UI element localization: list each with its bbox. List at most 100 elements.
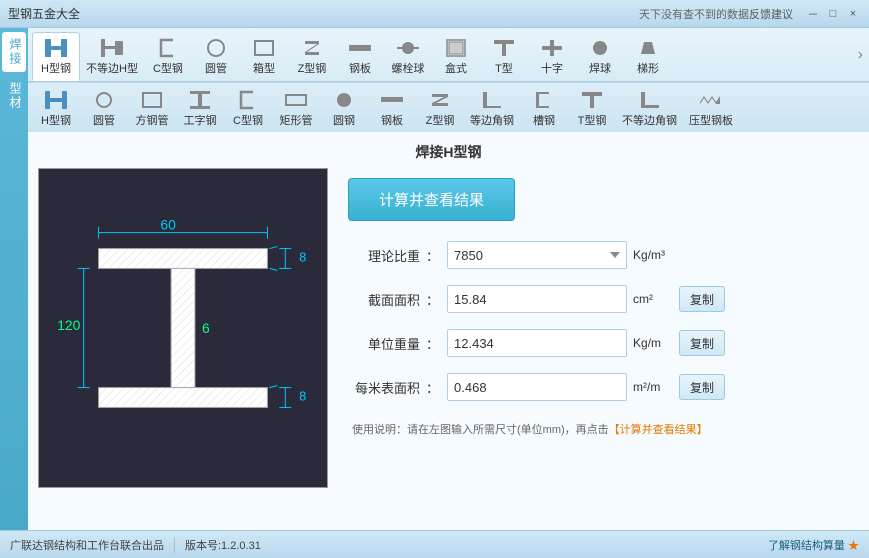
- sidebar: 焊接 型材: [0, 28, 28, 530]
- nav2-unequal-angle[interactable]: 不等边角钢: [616, 85, 683, 132]
- weight-input[interactable]: [447, 329, 627, 357]
- nav-label: Z型钢: [298, 60, 327, 76]
- star-icon: ★: [848, 540, 859, 552]
- trapezoid-icon: [634, 37, 662, 59]
- t-steel-icon: [490, 37, 518, 59]
- hint-text: 使用说明：请在左图输入所需尺寸(单位mm)，再点击【计算并查看结果】: [348, 421, 859, 437]
- nav-label: 焊球: [589, 60, 611, 76]
- density-label: 理论比重: [348, 246, 420, 265]
- plate-icon: [346, 37, 374, 59]
- nav2-plate-icon: [378, 89, 406, 111]
- nav2-c-steel[interactable]: C型钢: [224, 85, 272, 132]
- area-input[interactable]: [447, 285, 627, 313]
- nav2-t-steel-icon: [578, 89, 606, 111]
- nav-label: 槽钢: [533, 112, 555, 128]
- feedback-link[interactable]: 反馈建议: [749, 6, 793, 22]
- density-select[interactable]: 7850: [447, 241, 627, 269]
- form-row-area: 截面面积 ： cm² 复制: [348, 285, 859, 313]
- nav2-square-pipe[interactable]: 方钢管: [128, 85, 176, 132]
- c-steel-icon: [154, 37, 182, 59]
- nav-item-unequal-h[interactable]: 不等边H型: [80, 33, 144, 80]
- area-copy-btn[interactable]: 复制: [679, 286, 725, 312]
- svg-text:8: 8: [299, 249, 306, 264]
- nav2-i-beam-icon: [186, 89, 214, 111]
- window-controls: 反馈建议 － □ ×: [749, 6, 861, 22]
- surface-unit: m²/m: [633, 380, 673, 394]
- round-pipe-icon: [202, 37, 230, 59]
- nav2-plate[interactable]: 钢板: [368, 85, 416, 132]
- nav2-t-steel[interactable]: T型钢: [568, 85, 616, 132]
- form-area: 计算并查看结果 理论比重 ： 7850 Kg/m³ 截面面积 ：: [348, 168, 859, 530]
- nav-chevron-right[interactable]: ›: [858, 46, 863, 64]
- nav2-z-steel[interactable]: Z型钢: [416, 85, 464, 132]
- nav-item-round-pipe[interactable]: 圆管: [192, 33, 240, 80]
- maximize-btn[interactable]: □: [825, 6, 841, 22]
- svg-text:120: 120: [57, 317, 80, 333]
- weight-unit: Kg/m: [633, 336, 673, 350]
- weight-copy-btn[interactable]: 复制: [679, 330, 725, 356]
- titlebar: 型钢五金大全 天下没有查不到的数据 反馈建议 － □ ×: [0, 0, 869, 28]
- nav-item-plate[interactable]: 钢板: [336, 33, 384, 80]
- weight-label: 单位重量: [348, 334, 420, 353]
- nav-label: 不等边H型: [86, 60, 138, 76]
- section-title: 焊接H型钢: [28, 132, 869, 168]
- nav-item-c-steel[interactable]: C型钢: [144, 33, 192, 80]
- form-row-density: 理论比重 ： 7850 Kg/m³: [348, 241, 859, 269]
- nav-item-trapezoid[interactable]: 梯形: [624, 33, 672, 80]
- form-row-surface: 每米表面积 ： m²/m 复制: [348, 373, 859, 401]
- main-container: 焊接 型材 H型钢: [0, 28, 869, 530]
- close-btn[interactable]: ×: [845, 6, 861, 22]
- nav-label: 十字: [541, 60, 563, 76]
- nav2-round-steel[interactable]: 圆钢: [320, 85, 368, 132]
- nav2-i-beam[interactable]: 工字钢: [176, 85, 224, 132]
- form-row-weight: 单位重量 ： Kg/m 复制: [348, 329, 859, 357]
- surface-copy-btn[interactable]: 复制: [679, 374, 725, 400]
- box-icon: [250, 37, 278, 59]
- nav2-equal-angle[interactable]: 等边角钢: [464, 85, 520, 132]
- nav-item-weld-ball[interactable]: 焊球: [576, 33, 624, 80]
- nav-item-h-beam[interactable]: H型钢: [32, 32, 80, 81]
- nav-label: C型钢: [153, 60, 183, 76]
- nav-item-bolt-ball[interactable]: 螺栓球: [384, 33, 432, 80]
- nav-label: H型钢: [41, 60, 71, 76]
- nav-row2: H型钢 圆管 方钢管: [28, 82, 869, 132]
- nav-label: T型: [495, 60, 513, 76]
- nav-label: H型钢: [41, 112, 71, 128]
- nav-item-box2[interactable]: 盒式: [432, 33, 480, 80]
- nav2-c-steel-icon: [234, 89, 262, 111]
- app-title: 型钢五金大全: [8, 5, 631, 22]
- calc-button[interactable]: 计算并查看结果: [348, 178, 515, 221]
- svg-text:60: 60: [160, 217, 176, 233]
- nav-label: C型钢: [233, 112, 263, 128]
- nav-item-cross[interactable]: 十字: [528, 33, 576, 80]
- nav2-z-steel-icon: [426, 89, 454, 111]
- hint-prefix: 使用说明：请在左图输入所需尺寸(单位mm)，再点击: [352, 424, 609, 436]
- sidebar-tab-weld[interactable]: 焊接: [2, 32, 26, 72]
- bottom-link[interactable]: 了解钢结构算量 ★: [768, 537, 859, 553]
- nav-label: 工字钢: [184, 112, 217, 128]
- drawing-canvas[interactable]: 60 120 6 8: [38, 168, 328, 488]
- nav-label: 等边角钢: [470, 112, 514, 128]
- nav-label: 圆管: [205, 60, 227, 76]
- nav2-round-pipe[interactable]: 圆管: [80, 85, 128, 132]
- nav-label: 钢板: [381, 112, 403, 128]
- main-area: 60 120 6 8: [28, 168, 869, 530]
- minimize-btn[interactable]: －: [805, 6, 821, 22]
- nav2-h-beam[interactable]: H型钢: [32, 85, 80, 132]
- nav-item-z-steel[interactable]: Z型钢: [288, 33, 336, 80]
- nav-label: 圆钢: [333, 112, 355, 128]
- nav-item-box[interactable]: 箱型: [240, 33, 288, 80]
- area-colon: ：: [426, 290, 439, 309]
- nav-item-t-steel[interactable]: T型: [480, 33, 528, 80]
- svg-text:8: 8: [299, 388, 306, 403]
- surface-input[interactable]: [447, 373, 627, 401]
- nav2-profiled-plate[interactable]: 压型钢板: [683, 85, 739, 132]
- nav2-channel[interactable]: 槽钢: [520, 85, 568, 132]
- divider: [174, 537, 175, 553]
- nav-label: 矩形管: [280, 112, 313, 128]
- page-content: 焊接H型钢: [28, 132, 869, 530]
- nav-label: 方钢管: [136, 112, 169, 128]
- nav-label: 钢板: [349, 60, 371, 76]
- sidebar-tab-material[interactable]: 型材: [2, 76, 26, 116]
- nav2-rect-pipe[interactable]: 矩形管: [272, 85, 320, 132]
